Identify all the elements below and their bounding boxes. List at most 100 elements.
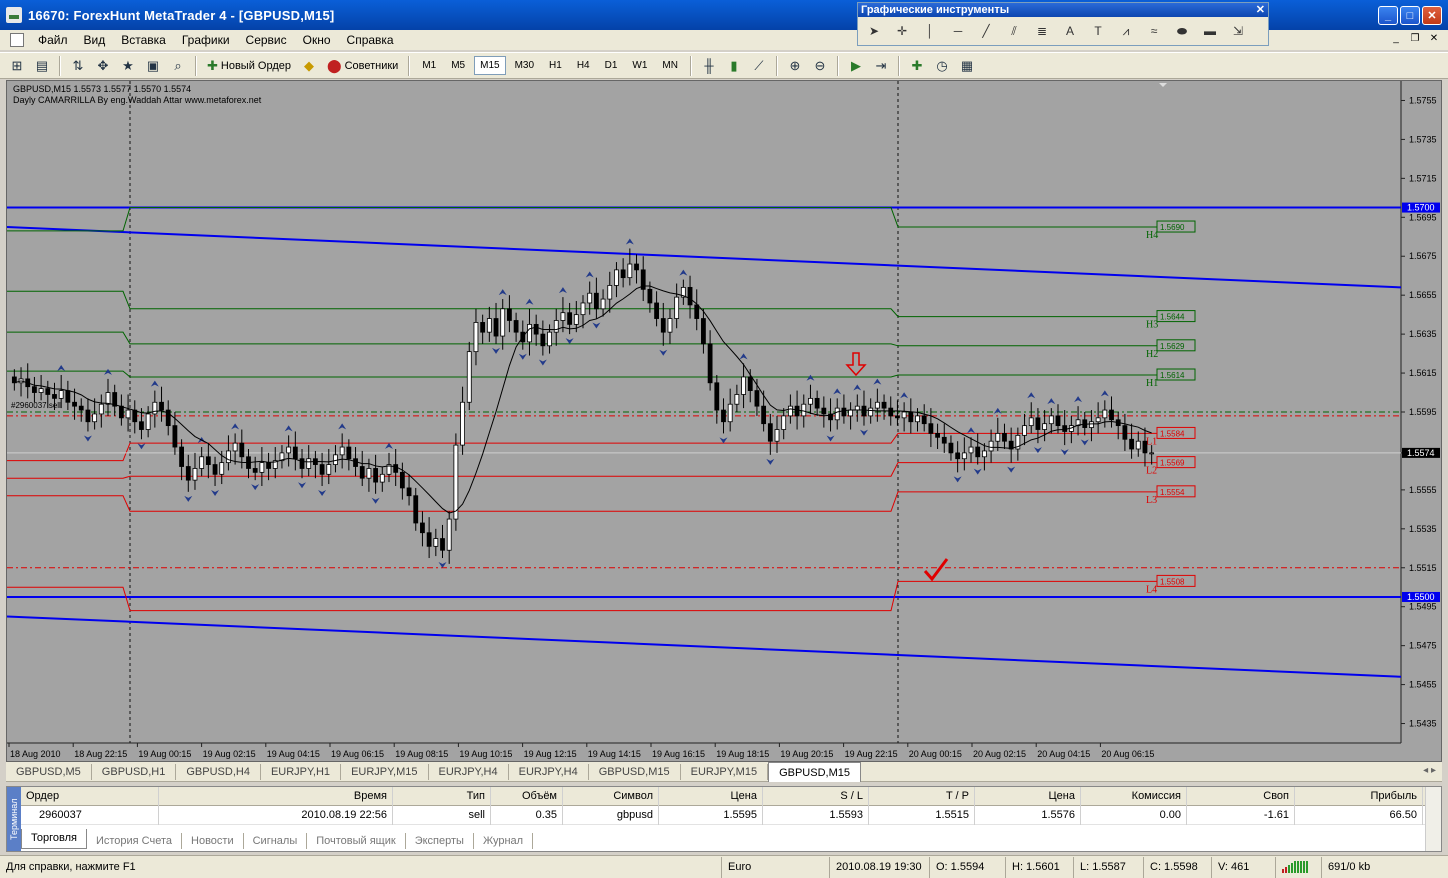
terminal-tab[interactable]: Сигналы <box>244 833 308 849</box>
order-row[interactable]: 2960037 2010.08.19 22:56 sell 0.35 gbpusd 1.5… <box>21 805 1425 825</box>
chart-shift-icon[interactable]: ⇥ <box>870 55 892 77</box>
templates-icon[interactable]: ▦ <box>956 55 978 77</box>
timeframe-d1[interactable]: D1 <box>599 56 624 75</box>
terminal-icon[interactable]: ▣ <box>142 55 164 77</box>
timeframe-h1[interactable]: H1 <box>543 56 568 75</box>
equidistant-channel-icon[interactable]: ⫽ <box>1002 24 1026 39</box>
column-header[interactable]: Комиссия <box>1081 786 1187 806</box>
vertical-line-icon[interactable]: │ <box>918 24 942 38</box>
new-chart-icon[interactable]: ⊞ <box>6 55 28 77</box>
terminal-tab[interactable]: Эксперты <box>406 833 474 849</box>
candle-body <box>975 446 981 458</box>
chart-tab[interactable]: GBPUSD,H1 <box>92 763 177 780</box>
candle-body <box>507 308 512 321</box>
fibo-arcs-icon[interactable]: ≈ <box>1142 24 1166 38</box>
navigator-icon[interactable]: ✥ <box>92 55 114 77</box>
new-order-button[interactable]: ✚ Новый Ордер <box>203 55 295 77</box>
column-header[interactable]: Объём <box>491 786 563 806</box>
zoom-out-icon[interactable]: ⊖ <box>809 55 831 77</box>
bar-chart-icon[interactable]: ╫ <box>698 55 720 77</box>
terminal-tab[interactable]: Новости <box>182 833 244 849</box>
chart-window[interactable]: 1.5755 1.5735 1.5715 1.5695 1.5675 1.5655 1.56… <box>6 80 1442 762</box>
tester-icon[interactable]: ⌕ <box>167 55 189 77</box>
column-header[interactable]: S / L <box>763 786 869 806</box>
crosshair-icon[interactable]: ✛ <box>890 24 914 38</box>
trendline-icon[interactable]: ╱ <box>974 24 998 38</box>
candle-body <box>125 409 131 419</box>
chart-tab[interactable]: EURJPY,H4 <box>509 763 589 780</box>
menu-window[interactable]: Окно <box>295 33 339 47</box>
timeframe-m30[interactable]: M30 <box>509 56 540 75</box>
terminal-tab[interactable]: История Счета <box>87 833 183 849</box>
terminal-tab[interactable]: Журнал <box>474 833 534 849</box>
column-header[interactable]: Своп <box>1187 786 1295 806</box>
chart-tab[interactable]: GBPUSD,M15 <box>589 763 681 780</box>
mdi-close-button[interactable]: ✕ <box>1426 32 1442 46</box>
autoscroll-icon[interactable]: ▶ <box>845 55 867 77</box>
metaeditor-icon[interactable]: ◆ <box>298 55 320 77</box>
ellipse-icon[interactable]: ⬬ <box>1170 24 1194 39</box>
minimize-button[interactable]: _ <box>1378 6 1398 25</box>
fibonacci-icon[interactable]: ≣ <box>1030 24 1054 38</box>
column-header[interactable]: Цена <box>975 786 1081 806</box>
terminal-tab[interactable]: Почтовый ящик <box>307 833 406 849</box>
chart-tab[interactable]: GBPUSD,H4 <box>176 763 261 780</box>
chart-tab[interactable]: EURJPY,H1 <box>261 763 342 780</box>
chart-tab[interactable]: GBPUSD,M15 <box>768 761 861 782</box>
candlestick-icon[interactable]: ▮ <box>723 55 745 77</box>
column-header[interactable]: Цена <box>659 786 763 806</box>
line-chart-icon[interactable]: ⟋ <box>748 55 770 77</box>
close-button[interactable]: ✕ <box>1422 6 1442 25</box>
text-icon[interactable]: A <box>1058 24 1082 38</box>
mdi-restore-button[interactable]: ❐ <box>1407 32 1423 46</box>
maximize-button[interactable]: □ <box>1400 6 1420 25</box>
rectangle-icon[interactable]: ▬ <box>1198 24 1222 38</box>
chart-tab[interactable]: GBPUSD,M5 <box>6 763 92 780</box>
chart-window-icon[interactable] <box>10 33 24 47</box>
menu-view[interactable]: Вид <box>76 33 114 47</box>
timeframe-w1[interactable]: W1 <box>626 56 653 75</box>
price-chart[interactable]: 1.5755 1.5735 1.5715 1.5695 1.5675 1.5655 1.56… <box>7 81 1443 763</box>
candle-body <box>941 436 947 444</box>
mdi-minimize-button[interactable]: _ <box>1388 32 1404 46</box>
horizontal-line-icon[interactable]: ─ <box>946 24 970 38</box>
timeframe-h4[interactable]: H4 <box>571 56 596 75</box>
order-cell: 0.35 <box>491 805 563 825</box>
column-header[interactable]: T / P <box>869 786 975 806</box>
timeframe-mn[interactable]: MN <box>656 56 684 75</box>
favorites-icon[interactable]: ★ <box>117 55 139 77</box>
zoom-in-icon[interactable]: ⊕ <box>784 55 806 77</box>
terminal-scrollbar[interactable] <box>1425 787 1441 851</box>
connection-bars-icon[interactable] <box>1276 856 1322 878</box>
text-label-icon[interactable]: T <box>1086 24 1110 38</box>
fibo-fan-icon[interactable]: ⩘ <box>1114 24 1138 39</box>
arrows-icon[interactable]: ⇲ <box>1226 24 1250 38</box>
menu-tools[interactable]: Сервис <box>238 33 295 47</box>
column-header[interactable]: Время <box>159 786 393 806</box>
menu-charts[interactable]: Графики <box>174 33 238 47</box>
timeframe-m15[interactable]: M15 <box>474 56 506 75</box>
column-header[interactable]: Прибыль <box>1295 786 1423 806</box>
cursor-icon[interactable]: ➤ <box>862 24 886 38</box>
chart-tab[interactable]: EURJPY,M15 <box>341 763 429 780</box>
candle-body <box>1122 425 1128 440</box>
column-header[interactable]: Символ <box>563 786 659 806</box>
column-header[interactable]: Тип <box>393 786 491 806</box>
chart-tab[interactable]: EURJPY,H4 <box>429 763 509 780</box>
periods-icon[interactable]: ◷ <box>931 55 953 77</box>
chart-tab[interactable]: EURJPY,M15 <box>681 763 769 780</box>
tab-scroll-arrows-icon[interactable]: ◂ ▸ <box>1423 765 1436 776</box>
profiles-icon[interactable]: ▤ <box>31 55 53 77</box>
candle-body <box>600 298 606 310</box>
terminal-tab[interactable]: Торговля <box>21 829 87 849</box>
timeframe-m1[interactable]: M1 <box>416 56 442 75</box>
menu-insert[interactable]: Вставка <box>113 33 174 47</box>
column-header[interactable]: Ордер <box>21 786 159 806</box>
menu-file[interactable]: Файл <box>30 33 76 47</box>
indicators-icon[interactable]: ✚ <box>906 55 928 77</box>
experts-button[interactable]: ⬤ Советники <box>323 55 402 77</box>
market-watch-icon[interactable]: ⇅ <box>67 55 89 77</box>
graphic-tools-close-icon[interactable]: ✕ <box>1256 3 1265 17</box>
menu-help[interactable]: Справка <box>339 33 402 47</box>
timeframe-m5[interactable]: M5 <box>445 56 471 75</box>
